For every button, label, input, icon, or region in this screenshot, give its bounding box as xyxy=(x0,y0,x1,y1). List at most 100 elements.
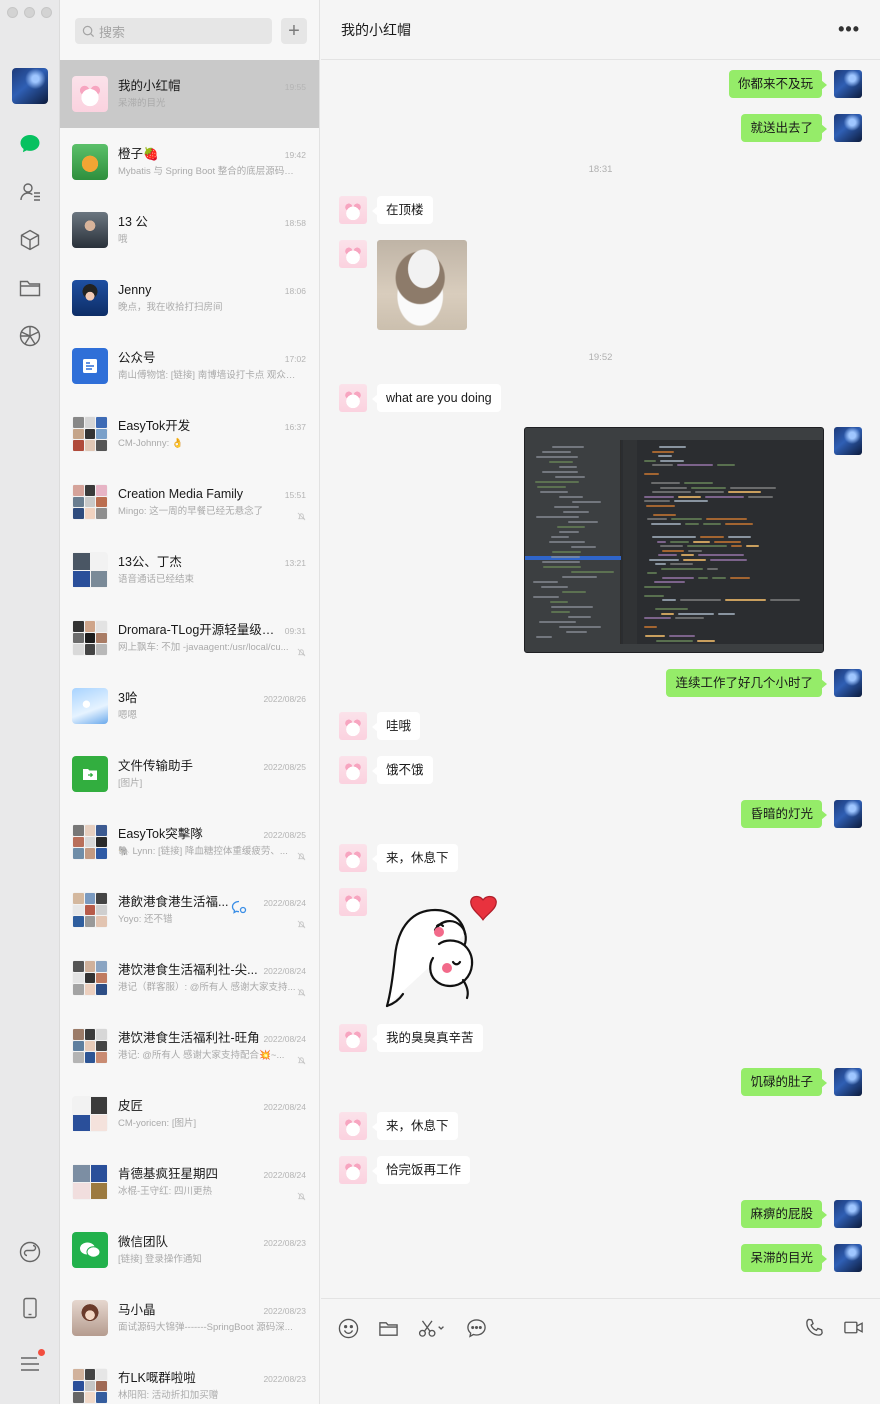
emoji-icon[interactable] xyxy=(337,1317,359,1339)
avatar[interactable] xyxy=(834,669,862,697)
screenshot-scissors-icon[interactable] xyxy=(417,1317,447,1339)
group-avatar xyxy=(72,892,108,928)
chat-name: 港饮港食生活福利社-尖... xyxy=(118,963,258,977)
chat-preview: 港记（群客服）: @所有人 感谢大家支持... xyxy=(118,982,296,993)
search-input[interactable]: 搜索 xyxy=(75,18,272,44)
avatar[interactable] xyxy=(339,1156,367,1184)
call-toolbar xyxy=(804,1317,864,1343)
chat-row[interactable]: 3哈 嗯嗯 2022/08/26 xyxy=(60,672,319,740)
avatar[interactable] xyxy=(339,888,367,916)
message-bubble[interactable]: 连续工作了好几个小时了 xyxy=(666,669,827,697)
message-row xyxy=(339,240,467,330)
mini-programs-icon[interactable] xyxy=(17,1239,43,1265)
message-bubble[interactable]: 麻痹的屁股 xyxy=(741,1200,827,1228)
chat-row[interactable]: 马小晶 面试源码大锦弹-------SpringBoot 源码深... 2022/… xyxy=(60,1284,319,1352)
avatar[interactable] xyxy=(339,1112,367,1140)
chat-name: 我的小红帽 xyxy=(118,79,181,93)
chat-row[interactable]: 公众号 南山傅物馆: [链接] 南博墙设打卡点 观众互... 17:02 xyxy=(60,332,319,400)
conversation-panel: 我的小红帽 ••• 你都来不及玩 就送出去了 18:31 在顶楼 19:52 w… xyxy=(321,0,880,1404)
avatar[interactable] xyxy=(834,1200,862,1228)
chat-row[interactable]: 港飲港食港生活福... Yoyo: 还不错 2022/08/24 xyxy=(60,876,319,944)
chat-time: 2022/08/23 xyxy=(263,1238,306,1248)
zoom-window-button[interactable] xyxy=(41,7,52,18)
chat-time: 09:31 xyxy=(284,626,306,636)
moments-icon[interactable] xyxy=(17,323,43,349)
avatar[interactable] xyxy=(339,756,367,784)
message-row: 呆滞的目光 xyxy=(741,1244,862,1272)
my-avatar[interactable] xyxy=(12,68,48,104)
mute-icon xyxy=(297,1192,306,1201)
avatar[interactable] xyxy=(339,844,367,872)
chat-preview: 🐘 Lynn: [链接] 降血糖控体重缓疲劳、... xyxy=(118,846,288,857)
chat-row[interactable]: 我的小红帽 呆滞的目光 19:55 xyxy=(60,60,319,128)
favorites-icon[interactable] xyxy=(17,227,43,253)
video-call-icon[interactable] xyxy=(843,1317,864,1343)
chat-row[interactable]: Creation Media Family Mingo: 这一周的早餐已经无悬念了… xyxy=(60,468,319,536)
chat-row[interactable]: 港饮港食生活福利社-旺角 港记: @所有人 感谢大家支持配合💥~... 2022/… xyxy=(60,1012,319,1080)
message-bubble[interactable]: 你都来不及玩 xyxy=(728,70,828,98)
avatar[interactable] xyxy=(339,196,367,224)
chat-row[interactable]: 肯德基疯狂星期四 冰棍-王守红: 四川更热 2022/08/24 xyxy=(60,1148,319,1216)
message-bubble[interactable]: 呆滞的目光 xyxy=(741,1244,827,1272)
voice-call-icon[interactable] xyxy=(804,1317,825,1343)
chat-row[interactable]: 文件传输助手 [图片] 2022/08/25 xyxy=(60,740,319,808)
more-options-button[interactable]: ••• xyxy=(838,19,860,40)
avatar[interactable] xyxy=(834,1244,862,1272)
hug-sticker[interactable] xyxy=(377,888,507,1010)
avatar[interactable] xyxy=(834,427,862,455)
chat-preview: 哦 xyxy=(118,234,128,245)
avatar[interactable] xyxy=(339,712,367,740)
avatar[interactable] xyxy=(339,384,367,412)
avatar[interactable] xyxy=(339,240,367,268)
avatar[interactable] xyxy=(834,70,862,98)
message-bubble[interactable]: 在顶楼 xyxy=(372,196,433,224)
message-bubble[interactable]: 饿不饿 xyxy=(372,756,433,784)
avatar[interactable] xyxy=(834,1068,862,1096)
mute-icon xyxy=(297,648,306,657)
settings-menu-icon[interactable] xyxy=(17,1349,45,1377)
avatar[interactable] xyxy=(339,1024,367,1052)
contacts-icon[interactable] xyxy=(17,179,43,205)
chat-row[interactable]: Dromara-TLog开源轻量级日... 网上飘车: 不加 -javaagent… xyxy=(60,604,319,672)
chat-row[interactable]: 13公、丁杰 语音通话已经结束 13:21 xyxy=(60,536,319,604)
chat-list-panel: 搜索 + 我的小红帽 呆滞的目光 19:55 橙子🍓 Mybatis 与 Sprin… xyxy=(60,0,320,1404)
message-composer[interactable] xyxy=(321,1298,880,1404)
message-bubble[interactable]: what are you doing xyxy=(372,384,501,412)
message-bubble[interactable]: 来，休息下 xyxy=(372,1112,458,1140)
chat-row[interactable]: 港饮港食生活福利社-尖... 港记（群客服）: @所有人 感谢大家支持... 20… xyxy=(60,944,319,1012)
chat-row[interactable]: 微信团队 [链接] 登录操作通知 2022/08/23 xyxy=(60,1216,319,1284)
message-bubble[interactable]: 就送出去了 xyxy=(741,114,827,142)
chat-row[interactable]: 橙子🍓 Mybatis 与 Spring Boot 整合的底层源码分析 19:42 xyxy=(60,128,319,196)
cat-photo-image[interactable] xyxy=(377,240,467,330)
chats-icon[interactable] xyxy=(17,131,43,157)
chat-time: 2022/08/23 xyxy=(263,1374,306,1384)
message-bubble[interactable]: 昏暗的灯光 xyxy=(741,800,827,828)
chat-row[interactable]: Jenny 晚点，我在收拾打扫房间 18:06 xyxy=(60,264,319,332)
chat-row[interactable]: EasyTok突擊隊 🐘 Lynn: [链接] 降血糖控体重缓疲劳、... 202… xyxy=(60,808,319,876)
window-controls xyxy=(7,7,52,18)
close-window-button[interactable] xyxy=(7,7,18,18)
message-bubble[interactable]: 我的臭臭真辛苦 xyxy=(372,1024,483,1052)
chat-name: 微信团队 xyxy=(118,1235,169,1249)
message-bubble[interactable]: 饥碌的肚子 xyxy=(741,1068,827,1096)
avatar xyxy=(72,212,108,248)
avatar[interactable] xyxy=(834,800,862,828)
chat-time: 16:37 xyxy=(284,422,306,432)
avatar[interactable] xyxy=(834,114,862,142)
folder-icon[interactable] xyxy=(377,1317,399,1339)
message-bubble[interactable]: 来，休息下 xyxy=(372,844,458,872)
files-icon[interactable] xyxy=(17,275,43,301)
minimize-window-button[interactable] xyxy=(24,7,35,18)
chat-history-icon[interactable] xyxy=(465,1317,487,1339)
message-bubble[interactable]: 恰完饭再工作 xyxy=(371,1156,471,1184)
add-button[interactable]: + xyxy=(281,18,307,44)
chat-name: EasyTok开发 xyxy=(118,419,191,433)
chat-row[interactable]: 皮匠 CM-yoricen: [图片] 2022/08/24 xyxy=(60,1080,319,1148)
phone-icon[interactable] xyxy=(17,1295,43,1321)
chat-preview: [链接] 登录操作通知 xyxy=(118,1254,202,1265)
chat-row[interactable]: 冇LK嘅群啦啦 林阳阳: 活动折扣加买赠 2022/08/23 xyxy=(60,1352,319,1404)
chat-row[interactable]: 13 公哦 18:58 xyxy=(60,196,319,264)
message-bubble[interactable]: 哇哦 xyxy=(371,712,421,740)
ide-screenshot-image[interactable] xyxy=(524,427,824,653)
chat-row[interactable]: EasyTok开发 CM-Johnny: 👌 16:37 xyxy=(60,400,319,468)
